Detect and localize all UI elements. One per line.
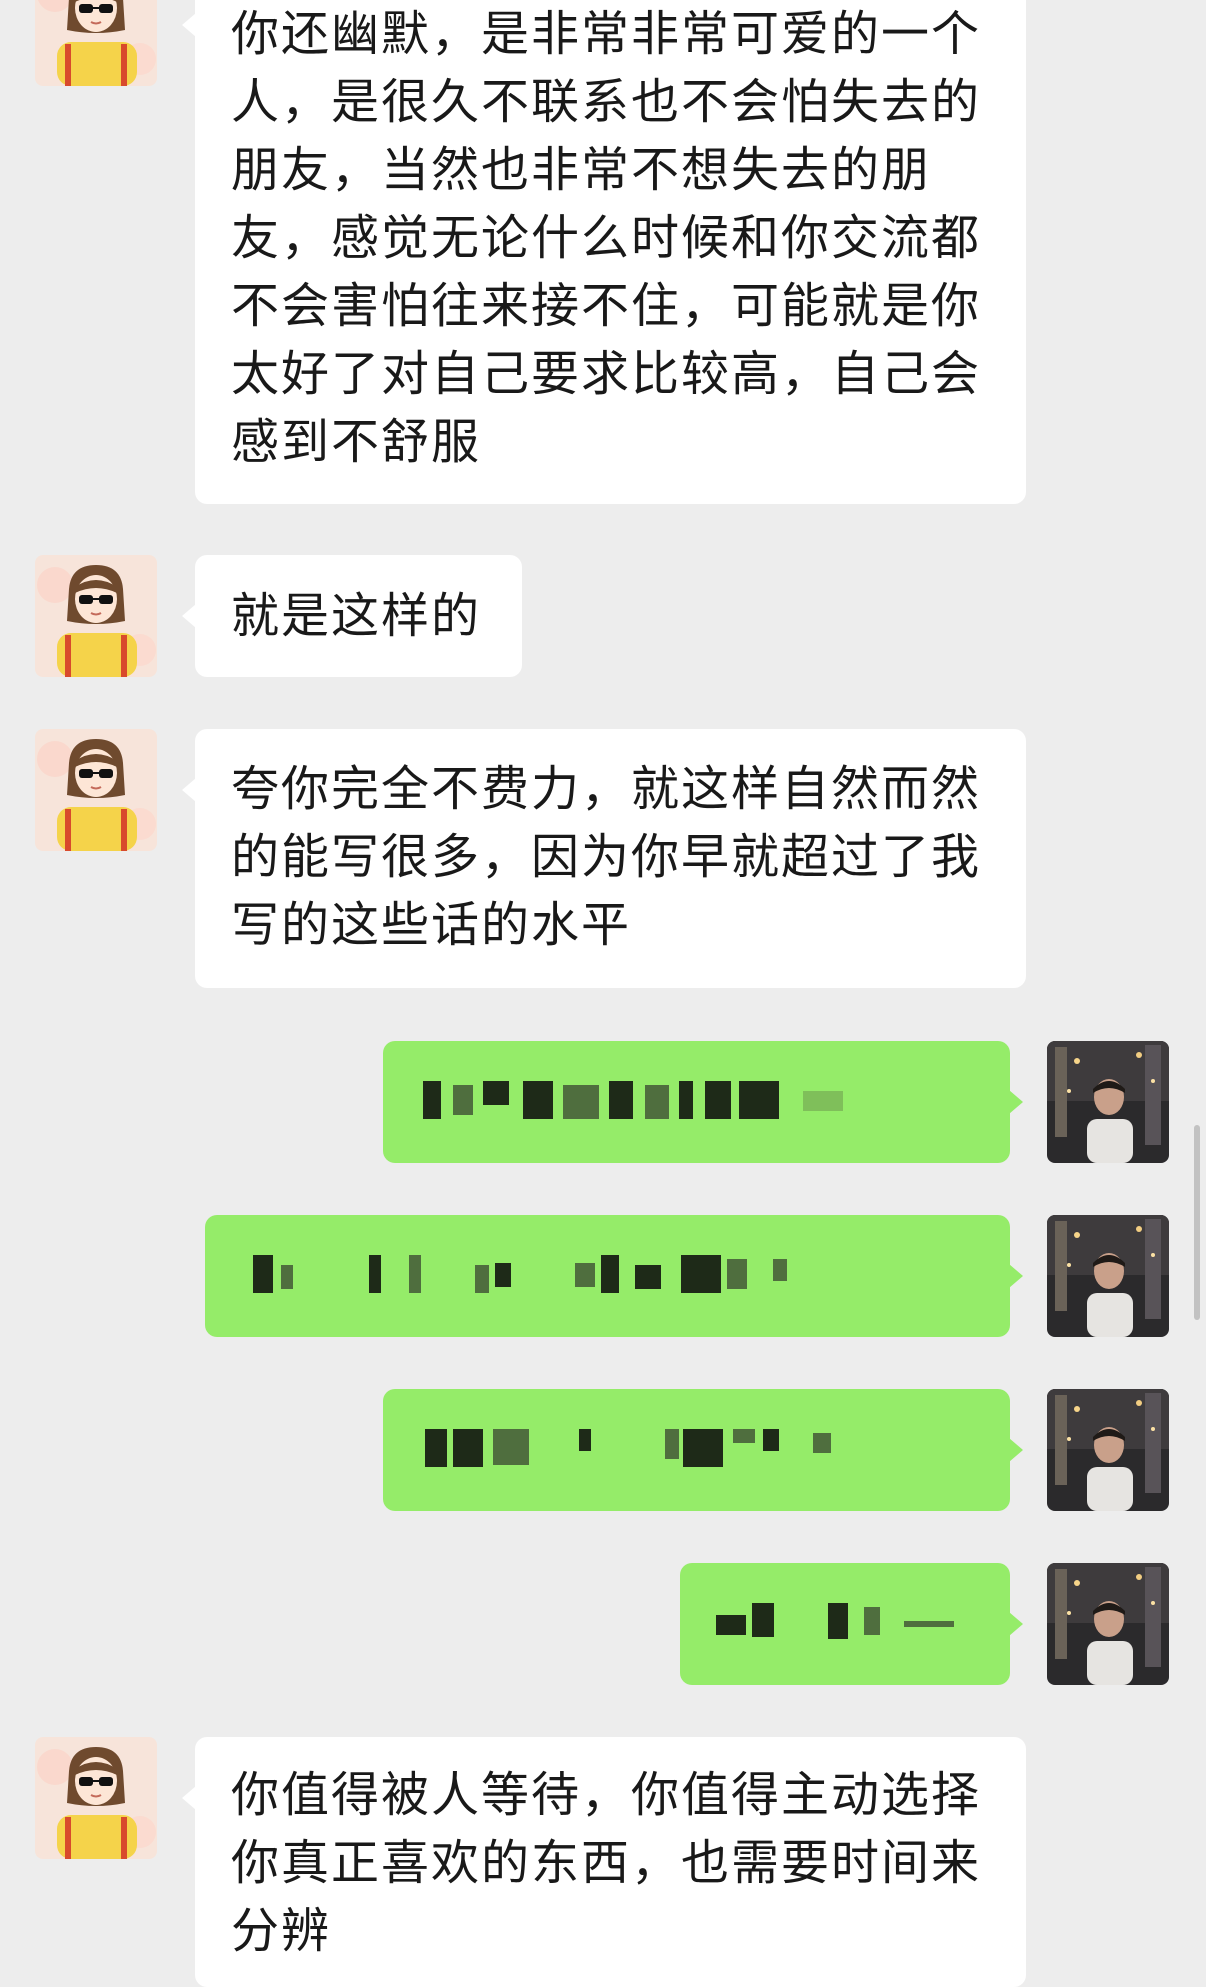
pixelated-block xyxy=(803,1091,843,1111)
pixelated-block xyxy=(752,1603,774,1637)
pixelated-block xyxy=(253,1255,273,1293)
pixelated-block xyxy=(425,1429,447,1467)
pixelated-block xyxy=(635,1265,661,1289)
message-bubble-outgoing-pixelated[interactable] xyxy=(383,1389,1023,1511)
pixelated-block xyxy=(681,1255,721,1293)
male-avatar-icon xyxy=(1047,1041,1169,1163)
contact-avatar[interactable] xyxy=(35,555,157,677)
message-bubble-incoming[interactable]: 就是这样的 xyxy=(182,555,522,677)
pixelated-block xyxy=(453,1085,473,1115)
female-avatar-icon xyxy=(35,555,157,677)
pixelated-block xyxy=(904,1621,954,1627)
user-avatar[interactable] xyxy=(1047,1563,1169,1685)
pixelated-block xyxy=(763,1429,779,1451)
pixelated-block xyxy=(563,1085,599,1119)
contact-avatar[interactable] xyxy=(35,0,157,86)
message-bubble-incoming[interactable]: 夸你完全不费力，就这样自然而然的能写很多，因为你早就超过了我写的这些话的水平 xyxy=(182,729,1026,988)
pixelated-block xyxy=(683,1429,723,1467)
pixelated-block xyxy=(645,1085,669,1119)
user-avatar[interactable] xyxy=(1047,1041,1169,1163)
pixelated-block xyxy=(813,1433,831,1453)
pixelated-block xyxy=(773,1259,787,1281)
message-bubble-outgoing-pixelated[interactable] xyxy=(383,1041,1023,1163)
pixelated-block xyxy=(579,1429,591,1451)
message-bubble-incoming[interactable]: 你值得被人等待，你值得主动选择你真正喜欢的东西，也需要时间来分辨 xyxy=(182,1737,1026,1987)
pixelated-block xyxy=(739,1081,779,1119)
female-avatar-icon xyxy=(35,729,157,851)
message-bubble-incoming[interactable]: 你还幽默，是非常非常可爱的一个人，是很久不联系也不会怕失去的朋友，当然也非常不想… xyxy=(182,0,1026,504)
pixelated-block xyxy=(828,1603,848,1639)
message-text: 你值得被人等待，你值得主动选择你真正喜欢的东西，也需要时间来分辨 xyxy=(231,1767,982,1959)
pixelated-block xyxy=(601,1255,619,1293)
pixelated-block xyxy=(705,1081,731,1119)
message-text: 你还幽默，是非常非常可爱的一个人，是很久不联系也不会怕失去的朋友，当然也非常不想… xyxy=(231,6,982,470)
contact-avatar[interactable] xyxy=(35,729,157,851)
male-avatar-icon xyxy=(1047,1389,1169,1511)
message-bubble-outgoing-pixelated[interactable] xyxy=(205,1215,1023,1337)
pixelated-block xyxy=(575,1263,595,1287)
pixelated-block xyxy=(716,1615,746,1635)
message-text: 就是这样的 xyxy=(231,588,482,644)
pixelated-block xyxy=(409,1255,421,1293)
pixelated-block xyxy=(727,1259,747,1289)
male-avatar-icon xyxy=(1047,1563,1169,1685)
male-avatar-icon xyxy=(1047,1215,1169,1337)
pixelated-block xyxy=(523,1081,553,1119)
scrollbar[interactable] xyxy=(1194,1125,1200,1320)
pixelated-block xyxy=(609,1081,633,1119)
pixelated-block xyxy=(864,1607,880,1635)
pixelated-block xyxy=(475,1265,489,1293)
pixelated-block xyxy=(495,1263,511,1287)
female-avatar-icon xyxy=(35,0,157,86)
contact-avatar[interactable] xyxy=(35,1737,157,1859)
message-text: 夸你完全不费力，就这样自然而然的能写很多，因为你早就超过了我写的这些话的水平 xyxy=(231,761,982,953)
pixelated-block xyxy=(423,1081,441,1119)
pixelated-block xyxy=(369,1255,381,1293)
pixelated-block xyxy=(679,1081,693,1119)
pixelated-block xyxy=(281,1265,293,1289)
user-avatar[interactable] xyxy=(1047,1215,1169,1337)
pixelated-block xyxy=(483,1081,509,1105)
user-avatar[interactable] xyxy=(1047,1389,1169,1511)
pixelated-block xyxy=(453,1429,483,1467)
pixelated-block xyxy=(493,1429,529,1465)
message-bubble-outgoing-pixelated[interactable] xyxy=(680,1563,1023,1685)
pixelated-block xyxy=(733,1429,755,1443)
pixelated-block xyxy=(665,1429,679,1459)
female-avatar-icon xyxy=(35,1737,157,1859)
